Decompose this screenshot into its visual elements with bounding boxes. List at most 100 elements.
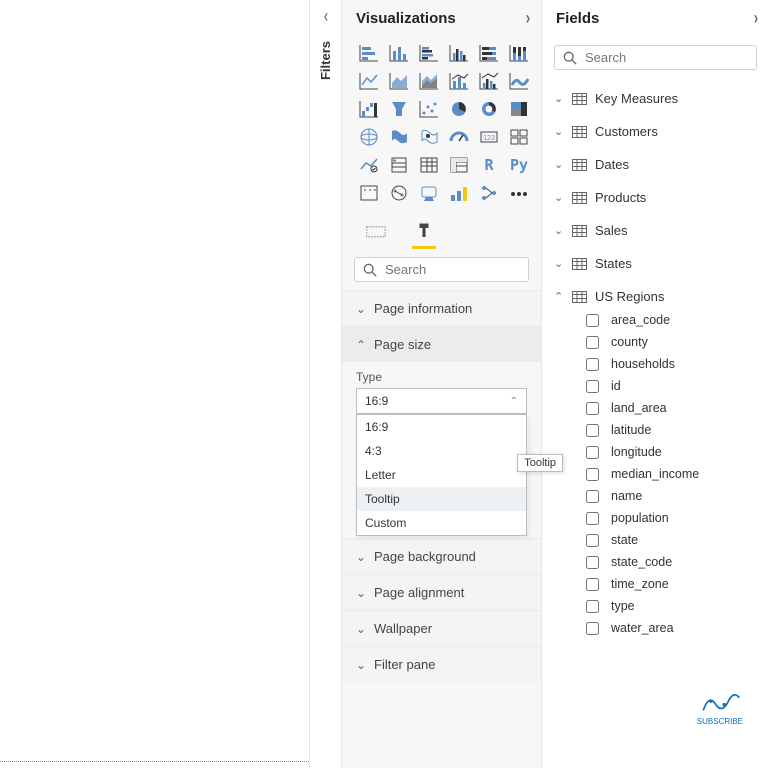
fields-tab[interactable] <box>362 217 390 245</box>
field-longitude[interactable]: longitude <box>578 441 769 463</box>
viz-stacked-area-icon[interactable] <box>416 69 442 93</box>
viz-donut-icon[interactable] <box>476 97 502 121</box>
report-canvas[interactable] <box>0 0 309 768</box>
table-us-regions[interactable]: ⌃US Regions <box>542 284 769 309</box>
viz-funnel-icon[interactable] <box>386 97 412 121</box>
field-population[interactable]: population <box>578 507 769 529</box>
viz-qna-icon[interactable] <box>506 181 532 205</box>
viz-hundred-column-icon[interactable] <box>506 41 532 65</box>
field-area_code[interactable]: area_code <box>578 309 769 331</box>
viz-more-icon[interactable]: Py <box>506 153 532 177</box>
viz-arcgis-icon[interactable] <box>386 181 412 205</box>
page-size-type-select[interactable]: 16:9 ⌃ <box>356 388 527 414</box>
field-checkbox[interactable] <box>586 336 599 349</box>
viz-clustered-column-icon[interactable] <box>446 41 472 65</box>
field-name[interactable]: name <box>578 485 769 507</box>
table-states[interactable]: ⌄States <box>542 251 769 276</box>
format-search-input[interactable] <box>385 262 561 277</box>
wallpaper-section[interactable]: ⌄ Wallpaper <box>342 611 541 646</box>
viz-area-icon[interactable] <box>386 69 412 93</box>
field-checkbox[interactable] <box>586 424 599 437</box>
field-time_zone[interactable]: time_zone <box>578 573 769 595</box>
field-households[interactable]: households <box>578 353 769 375</box>
page-size-section[interactable]: ⌃ Page size <box>342 327 541 362</box>
viz-kpi-icon[interactable] <box>356 153 382 177</box>
format-tab[interactable] <box>410 217 438 245</box>
viz-ribbon-icon[interactable] <box>506 69 532 93</box>
field-checkbox[interactable] <box>586 556 599 569</box>
viz-scatter-icon[interactable] <box>416 97 442 121</box>
field-type[interactable]: type <box>578 595 769 617</box>
viz-card-icon[interactable]: 123 <box>476 125 502 149</box>
field-median_income[interactable]: median_income <box>578 463 769 485</box>
field-state_code[interactable]: state_code <box>578 551 769 573</box>
fields-search[interactable] <box>554 45 757 70</box>
viz-filled-map-icon[interactable] <box>386 125 412 149</box>
chevron-icon: ⌄ <box>554 92 564 105</box>
viz-multicard-icon[interactable] <box>506 125 532 149</box>
viz-shape-map-icon[interactable] <box>416 125 442 149</box>
fields-collapse-button[interactable]: › <box>754 8 758 29</box>
viz-pie-icon[interactable] <box>446 97 472 121</box>
viz-powerapps-icon[interactable] <box>416 181 442 205</box>
filter-pane-section[interactable]: ⌄ Filter pane <box>342 647 541 682</box>
filters-expand-button[interactable]: ‹ <box>323 6 327 27</box>
field-water_area[interactable]: water_area <box>578 617 769 639</box>
field-land_area[interactable]: land_area <box>578 397 769 419</box>
field-checkbox[interactable] <box>586 534 599 547</box>
visualizations-title: Visualizations <box>356 10 456 27</box>
field-checkbox[interactable] <box>586 446 599 459</box>
viz-key-influencers-icon[interactable] <box>446 181 472 205</box>
table-products[interactable]: ⌄Products <box>542 185 769 210</box>
field-state[interactable]: state <box>578 529 769 551</box>
page-alignment-section[interactable]: ⌄ Page alignment <box>342 575 541 610</box>
viz-decomp-icon[interactable] <box>476 181 502 205</box>
viz-waterfall-icon[interactable] <box>356 97 382 121</box>
viz-stacked-column-icon[interactable] <box>386 41 412 65</box>
page-background-section[interactable]: ⌄ Page background <box>342 539 541 574</box>
filters-pane-label[interactable]: Filters <box>318 41 333 80</box>
field-checkbox[interactable] <box>586 578 599 591</box>
page-information-section[interactable]: ⌄ Page information <box>342 291 541 326</box>
viz-slicer-icon[interactable] <box>386 153 412 177</box>
table-dates[interactable]: ⌄Dates <box>542 152 769 177</box>
field-checkbox[interactable] <box>586 622 599 635</box>
field-checkbox[interactable] <box>586 380 599 393</box>
field-checkbox[interactable] <box>586 468 599 481</box>
viz-hundred-bar-icon[interactable] <box>476 41 502 65</box>
table-sales[interactable]: ⌄Sales <box>542 218 769 243</box>
viz-stacked-bar-icon[interactable] <box>356 41 382 65</box>
viz-line-icon[interactable] <box>356 69 382 93</box>
viz-map-icon[interactable] <box>356 125 382 149</box>
viz-clustered-bar-icon[interactable] <box>416 41 442 65</box>
viz-more-icon[interactable]: R <box>476 153 502 177</box>
field-checkbox[interactable] <box>586 512 599 525</box>
field-checkbox[interactable] <box>586 600 599 613</box>
chevron-icon: ⌄ <box>554 125 564 138</box>
viz-line-stacked-col-icon[interactable] <box>446 69 472 93</box>
page-size-option-tooltip[interactable]: Tooltip <box>357 487 526 511</box>
fields-search-input[interactable] <box>585 50 761 65</box>
page-size-option-4-3[interactable]: 4:3 <box>357 439 526 463</box>
field-checkbox[interactable] <box>586 402 599 415</box>
viz-paginated-icon[interactable] <box>356 181 382 205</box>
field-checkbox[interactable] <box>586 358 599 371</box>
format-search[interactable] <box>354 257 529 282</box>
viz-line-clustered-col-icon[interactable] <box>476 69 502 93</box>
field-checkbox[interactable] <box>586 314 599 327</box>
viz-matrix-icon[interactable] <box>446 153 472 177</box>
fields-title: Fields <box>556 10 599 27</box>
viz-table-icon[interactable] <box>416 153 442 177</box>
visualizations-collapse-button[interactable]: › <box>526 8 530 29</box>
field-id[interactable]: id <box>578 375 769 397</box>
table-key-measures[interactable]: ⌄Key Measures <box>542 86 769 111</box>
field-latitude[interactable]: latitude <box>578 419 769 441</box>
page-size-option-custom[interactable]: Custom <box>357 511 526 535</box>
page-size-option-letter[interactable]: Letter <box>357 463 526 487</box>
field-county[interactable]: county <box>578 331 769 353</box>
viz-gauge-icon[interactable] <box>446 125 472 149</box>
field-checkbox[interactable] <box>586 490 599 503</box>
viz-treemap-icon[interactable] <box>506 97 532 121</box>
page-size-option-16-9[interactable]: 16:9 <box>357 415 526 439</box>
table-customers[interactable]: ⌄Customers <box>542 119 769 144</box>
